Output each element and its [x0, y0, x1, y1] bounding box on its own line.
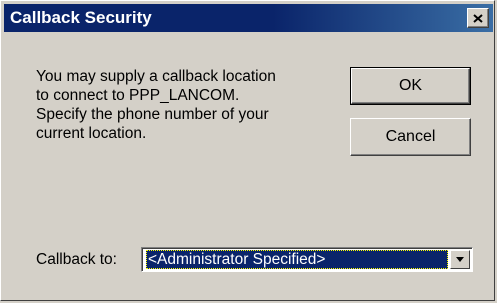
callback-to-dropdown[interactable]: <Administrator Specified>: [141, 247, 473, 272]
title-bar[interactable]: Callback Security: [4, 4, 493, 32]
ok-button[interactable]: OK: [350, 67, 471, 105]
instruction-message: You may supply a callback location to co…: [36, 67, 336, 143]
callback-selected-value[interactable]: <Administrator Specified>: [146, 250, 448, 269]
callback-to-label: Callback to:: [36, 251, 117, 268]
chevron-down-icon: [456, 257, 464, 262]
dropdown-arrow-button[interactable]: [450, 250, 470, 269]
message-line: You may supply a callback location: [36, 68, 276, 85]
message-line: Specify the phone number of your: [36, 106, 269, 123]
message-line: current location.: [36, 125, 147, 142]
cancel-button[interactable]: Cancel: [350, 118, 471, 156]
close-button[interactable]: [467, 8, 489, 28]
callback-security-dialog: Callback Security You may supply a callb…: [0, 0, 495, 301]
window-title: Callback Security: [10, 8, 152, 27]
message-line: to connect to PPP_LANCOM.: [36, 87, 240, 104]
close-icon: [473, 13, 483, 23]
